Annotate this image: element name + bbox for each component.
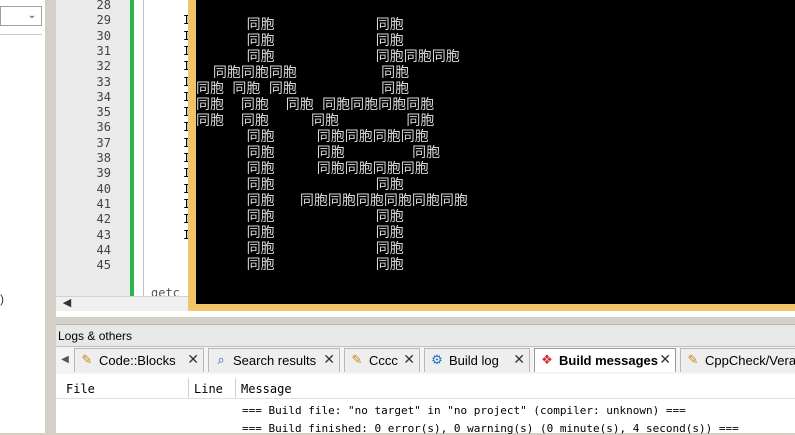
- line-number: 42: [96, 212, 111, 227]
- tab-label: Build log: [449, 353, 499, 368]
- line-number: 36: [96, 120, 111, 135]
- tab-search-results[interactable]: ⌕ Search results ✕: [208, 348, 340, 372]
- line-number: 32: [96, 59, 111, 74]
- line-number: 29: [96, 13, 111, 28]
- column-separator[interactable]: [188, 378, 189, 398]
- line-number: 41: [96, 196, 111, 211]
- column-header-line[interactable]: Line: [194, 382, 223, 396]
- tab-scroll-left-icon[interactable]: ◀: [58, 350, 72, 370]
- fold-margin[interactable]: [143, 0, 144, 296]
- workspace-dropdown[interactable]: ⌄: [0, 6, 42, 26]
- build-message-row[interactable]: === Build file: "no target" in "no proje…: [242, 404, 686, 417]
- line-number: 31: [96, 43, 111, 58]
- close-icon[interactable]: ✕: [403, 352, 415, 368]
- line-number: 45: [96, 258, 111, 273]
- column-header-message[interactable]: Message: [241, 382, 292, 396]
- console-line: 同胞 同胞: [196, 17, 404, 33]
- tab-label: Build messages: [559, 353, 658, 368]
- gear-icon: ⚙: [431, 353, 443, 368]
- tab-cccc[interactable]: ✎ Cccc ✕: [344, 348, 420, 372]
- console-line: 同胞 同胞: [196, 257, 404, 273]
- tab-label: Code::Blocks: [99, 353, 176, 368]
- build-message-row[interactable]: === Build finished: 0 error(s), 0 warnin…: [242, 422, 739, 435]
- line-number: 39: [96, 166, 111, 181]
- console-line: 同胞 同胞 同胞 同胞: [196, 113, 435, 129]
- tab-label: Search results: [233, 353, 317, 368]
- column-separator[interactable]: [235, 378, 236, 398]
- line-number: 34: [96, 89, 111, 104]
- pencil-icon: ✎: [81, 353, 93, 368]
- horizontal-scrollbar[interactable]: [56, 296, 195, 311]
- search-icon: ⌕: [217, 353, 225, 368]
- console-line: 同胞 同胞同胞同胞同胞同胞同胞: [196, 193, 468, 209]
- close-icon[interactable]: ✕: [513, 352, 525, 368]
- console-line: 同胞 同胞: [196, 241, 404, 257]
- scroll-left-icon[interactable]: ◀: [60, 296, 74, 310]
- console-line: 同胞 同胞: [196, 33, 404, 49]
- tab-code-blocks[interactable]: ✎ Code::Blocks ✕: [74, 348, 204, 372]
- logs-panel-header: Logs & others: [56, 324, 795, 347]
- close-icon[interactable]: ✕: [659, 352, 671, 368]
- console-line: 同胞 同胞同胞同胞同胞: [196, 129, 429, 145]
- table-header: [56, 378, 795, 399]
- management-panel: [0, 0, 45, 433]
- line-number: 44: [96, 242, 111, 257]
- close-icon[interactable]: ✕: [187, 352, 199, 368]
- line-number: 43: [96, 227, 111, 242]
- tab-build-log[interactable]: ⚙ Build log ✕: [424, 348, 530, 372]
- chevron-down-icon[interactable]: ⌄: [25, 8, 39, 24]
- line-number: 30: [96, 28, 111, 43]
- pencil-icon: ✎: [351, 353, 363, 368]
- console-line: 同胞 同胞 同胞 同胞同胞同胞同胞: [196, 97, 435, 113]
- column-header-file[interactable]: File: [66, 382, 95, 396]
- console-line: 同胞 同胞: [196, 225, 404, 241]
- pencil-icon: ✎: [687, 353, 699, 368]
- console-line: 同胞 同胞: [196, 177, 404, 193]
- line-number: 28: [96, 0, 111, 12]
- panel-divider: [0, 34, 42, 35]
- line-number: 38: [96, 151, 111, 165]
- tab-label: CppCheck/Vera++: [705, 353, 795, 368]
- line-number: 33: [96, 74, 111, 89]
- logs-panel-title: Logs & others: [58, 329, 133, 343]
- console-line: 同胞 同胞: [196, 209, 404, 225]
- tab-cppcheck-vera[interactable]: ✎ CppCheck/Vera++: [680, 348, 795, 372]
- line-number: 35: [96, 105, 111, 120]
- tab-label: Cccc: [369, 353, 398, 368]
- pin-icon: ❖: [541, 353, 553, 368]
- tab-build-messages[interactable]: ❖ Build messages ✕: [534, 348, 676, 372]
- close-icon[interactable]: ✕: [323, 352, 335, 368]
- truncated-tree-text: ): [0, 292, 4, 306]
- console-line: 同胞 同胞 同胞: [196, 145, 441, 161]
- console-line: 同胞同胞同胞 同胞: [196, 65, 410, 81]
- line-number: 37: [96, 135, 111, 150]
- console-line: 同胞 同胞同胞同胞: [196, 49, 460, 65]
- line-number: 40: [96, 181, 111, 196]
- change-bar: [130, 0, 134, 296]
- console-line: 同胞 同胞 同胞 同胞: [196, 81, 410, 97]
- console-line: ... ...: [196, 0, 399, 4]
- console-line: 同胞 同胞同胞同胞同胞: [196, 161, 429, 177]
